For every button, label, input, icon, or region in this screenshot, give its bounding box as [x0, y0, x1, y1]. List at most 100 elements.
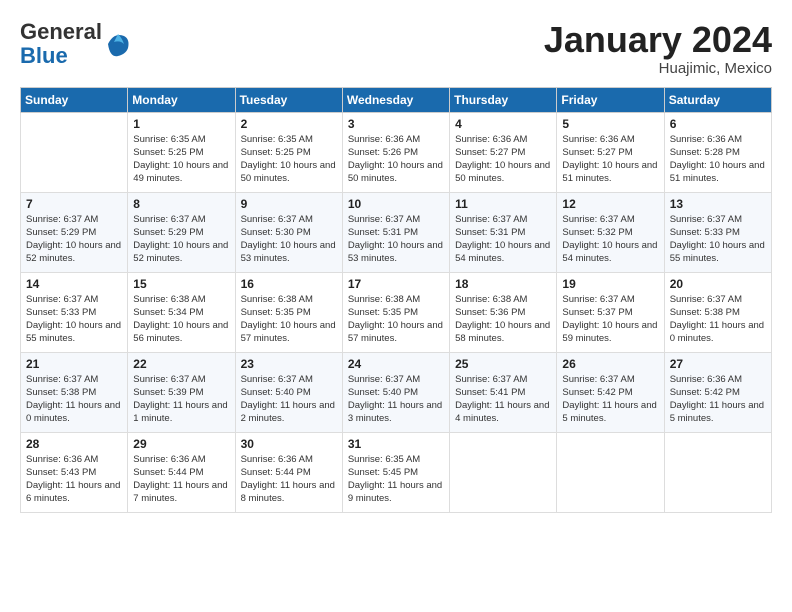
calendar-cell: 28 Sunrise: 6:36 AMSunset: 5:43 PMDayligh…	[21, 432, 128, 512]
page-header: General Blue January 2024 Huajimic, Mexi…	[20, 20, 772, 77]
calendar-week-row: 14 Sunrise: 6:37 AMSunset: 5:33 PMDayligh…	[21, 272, 772, 352]
calendar-week-row: 7Sunrise: 6:37 AMSunset: 5:29 PMDaylight…	[21, 192, 772, 272]
calendar-cell: 19 Sunrise: 6:37 AMSunset: 5:37 PMDayligh…	[557, 272, 664, 352]
day-info: Sunrise: 6:36 AMSunset: 5:26 PMDaylight:…	[348, 133, 444, 186]
day-info: Sunrise: 6:37 AMSunset: 5:31 PMDaylight:…	[455, 213, 551, 266]
day-number: 22	[133, 357, 229, 371]
calendar-cell: 31 Sunrise: 6:35 AMSunset: 5:45 PMDayligh…	[342, 432, 449, 512]
calendar-week-row: 21 Sunrise: 6:37 AMSunset: 5:38 PMDayligh…	[21, 352, 772, 432]
day-number: 31	[348, 437, 444, 451]
calendar-header-saturday: Saturday	[664, 87, 771, 112]
calendar-cell: 16Sunrise: 6:38 AMSunset: 5:35 PMDayligh…	[235, 272, 342, 352]
day-info: Sunrise: 6:35 AMSunset: 5:25 PMDaylight:…	[133, 133, 229, 186]
day-number: 20	[670, 277, 766, 291]
calendar-cell: 4 Sunrise: 6:36 AMSunset: 5:27 PMDaylight…	[450, 112, 557, 192]
day-number: 10	[348, 197, 444, 211]
day-number: 13	[670, 197, 766, 211]
day-info: Sunrise: 6:37 AMSunset: 5:39 PMDaylight:…	[133, 373, 229, 426]
day-number: 26	[562, 357, 658, 371]
calendar-cell: 23 Sunrise: 6:37 AMSunset: 5:40 PMDayligh…	[235, 352, 342, 432]
day-info: Sunrise: 6:36 AMSunset: 5:27 PMDaylight:…	[455, 133, 551, 186]
day-info: Sunrise: 6:37 AMSunset: 5:30 PMDaylight:…	[241, 213, 337, 266]
calendar-header-monday: Monday	[128, 87, 235, 112]
day-info: Sunrise: 6:37 AMSunset: 5:37 PMDaylight:…	[562, 293, 658, 346]
calendar-cell: 11 Sunrise: 6:37 AMSunset: 5:31 PMDayligh…	[450, 192, 557, 272]
day-number: 8	[133, 197, 229, 211]
calendar-cell: 22 Sunrise: 6:37 AMSunset: 5:39 PMDayligh…	[128, 352, 235, 432]
calendar-cell: 13 Sunrise: 6:37 AMSunset: 5:33 PMDayligh…	[664, 192, 771, 272]
day-number: 25	[455, 357, 551, 371]
location: Huajimic, Mexico	[544, 60, 772, 77]
day-number: 11	[455, 197, 551, 211]
day-number: 4	[455, 117, 551, 131]
calendar-cell: 18Sunrise: 6:38 AMSunset: 5:36 PMDayligh…	[450, 272, 557, 352]
calendar-cell: 2 Sunrise: 6:35 AMSunset: 5:25 PMDaylight…	[235, 112, 342, 192]
logo-general-text: General	[20, 19, 102, 44]
day-number: 29	[133, 437, 229, 451]
day-number: 24	[348, 357, 444, 371]
day-info: Sunrise: 6:37 AMSunset: 5:40 PMDaylight:…	[348, 373, 444, 426]
day-number: 16	[241, 277, 337, 291]
calendar-cell: 24 Sunrise: 6:37 AMSunset: 5:40 PMDayligh…	[342, 352, 449, 432]
day-number: 14	[26, 277, 122, 291]
day-info: Sunrise: 6:36 AMSunset: 5:27 PMDaylight:…	[562, 133, 658, 186]
day-number: 1	[133, 117, 229, 131]
day-info: Sunrise: 6:37 AMSunset: 5:33 PMDaylight:…	[26, 293, 122, 346]
day-info: Sunrise: 6:35 AMSunset: 5:45 PMDaylight:…	[348, 453, 444, 506]
day-number: 15	[133, 277, 229, 291]
day-number: 3	[348, 117, 444, 131]
calendar-cell: 12Sunrise: 6:37 AMSunset: 5:32 PMDayligh…	[557, 192, 664, 272]
calendar-cell: 7Sunrise: 6:37 AMSunset: 5:29 PMDaylight…	[21, 192, 128, 272]
day-number: 21	[26, 357, 122, 371]
day-info: Sunrise: 6:36 AMSunset: 5:42 PMDaylight:…	[670, 373, 766, 426]
calendar-header-wednesday: Wednesday	[342, 87, 449, 112]
calendar-week-row: 1 Sunrise: 6:35 AMSunset: 5:25 PMDaylight…	[21, 112, 772, 192]
day-number: 23	[241, 357, 337, 371]
calendar-cell	[664, 432, 771, 512]
calendar-cell: 8 Sunrise: 6:37 AMSunset: 5:29 PMDaylight…	[128, 192, 235, 272]
calendar-week-row: 28 Sunrise: 6:36 AMSunset: 5:43 PMDayligh…	[21, 432, 772, 512]
day-number: 30	[241, 437, 337, 451]
calendar-cell: 15Sunrise: 6:38 AMSunset: 5:34 PMDayligh…	[128, 272, 235, 352]
calendar-header-tuesday: Tuesday	[235, 87, 342, 112]
calendar-header-thursday: Thursday	[450, 87, 557, 112]
day-number: 27	[670, 357, 766, 371]
day-number: 6	[670, 117, 766, 131]
calendar-cell: 10 Sunrise: 6:37 AMSunset: 5:31 PMDayligh…	[342, 192, 449, 272]
day-info: Sunrise: 6:37 AMSunset: 5:33 PMDaylight:…	[670, 213, 766, 266]
logo: General Blue	[20, 20, 132, 68]
calendar-header-friday: Friday	[557, 87, 664, 112]
calendar-cell: 9Sunrise: 6:37 AMSunset: 5:30 PMDaylight…	[235, 192, 342, 272]
day-info: Sunrise: 6:35 AMSunset: 5:25 PMDaylight:…	[241, 133, 337, 186]
month-title: January 2024	[544, 20, 772, 60]
calendar-cell: 1 Sunrise: 6:35 AMSunset: 5:25 PMDaylight…	[128, 112, 235, 192]
calendar-cell: 30 Sunrise: 6:36 AMSunset: 5:44 PMDayligh…	[235, 432, 342, 512]
calendar-cell: 21 Sunrise: 6:37 AMSunset: 5:38 PMDayligh…	[21, 352, 128, 432]
day-info: Sunrise: 6:37 AMSunset: 5:38 PMDaylight:…	[26, 373, 122, 426]
day-number: 18	[455, 277, 551, 291]
calendar-table: SundayMondayTuesdayWednesdayThursdayFrid…	[20, 87, 772, 513]
calendar-header-row: SundayMondayTuesdayWednesdayThursdayFrid…	[21, 87, 772, 112]
day-info: Sunrise: 6:36 AMSunset: 5:44 PMDaylight:…	[133, 453, 229, 506]
day-info: Sunrise: 6:37 AMSunset: 5:31 PMDaylight:…	[348, 213, 444, 266]
calendar-cell: 27 Sunrise: 6:36 AMSunset: 5:42 PMDayligh…	[664, 352, 771, 432]
calendar-cell: 5Sunrise: 6:36 AMSunset: 5:27 PMDaylight…	[557, 112, 664, 192]
day-number: 2	[241, 117, 337, 131]
calendar-cell: 3 Sunrise: 6:36 AMSunset: 5:26 PMDaylight…	[342, 112, 449, 192]
calendar-cell: 25 Sunrise: 6:37 AMSunset: 5:41 PMDayligh…	[450, 352, 557, 432]
day-info: Sunrise: 6:36 AMSunset: 5:43 PMDaylight:…	[26, 453, 122, 506]
day-number: 12	[562, 197, 658, 211]
day-info: Sunrise: 6:37 AMSunset: 5:38 PMDaylight:…	[670, 293, 766, 346]
day-info: Sunrise: 6:37 AMSunset: 5:29 PMDaylight:…	[133, 213, 229, 266]
calendar-cell: 26Sunrise: 6:37 AMSunset: 5:42 PMDayligh…	[557, 352, 664, 432]
calendar-cell: 6Sunrise: 6:36 AMSunset: 5:28 PMDaylight…	[664, 112, 771, 192]
day-number: 28	[26, 437, 122, 451]
calendar-cell: 29 Sunrise: 6:36 AMSunset: 5:44 PMDayligh…	[128, 432, 235, 512]
calendar-cell: 14 Sunrise: 6:37 AMSunset: 5:33 PMDayligh…	[21, 272, 128, 352]
day-number: 19	[562, 277, 658, 291]
day-info: Sunrise: 6:37 AMSunset: 5:41 PMDaylight:…	[455, 373, 551, 426]
day-info: Sunrise: 6:36 AMSunset: 5:44 PMDaylight:…	[241, 453, 337, 506]
calendar-cell	[557, 432, 664, 512]
logo-icon	[104, 30, 132, 58]
day-info: Sunrise: 6:37 AMSunset: 5:40 PMDaylight:…	[241, 373, 337, 426]
